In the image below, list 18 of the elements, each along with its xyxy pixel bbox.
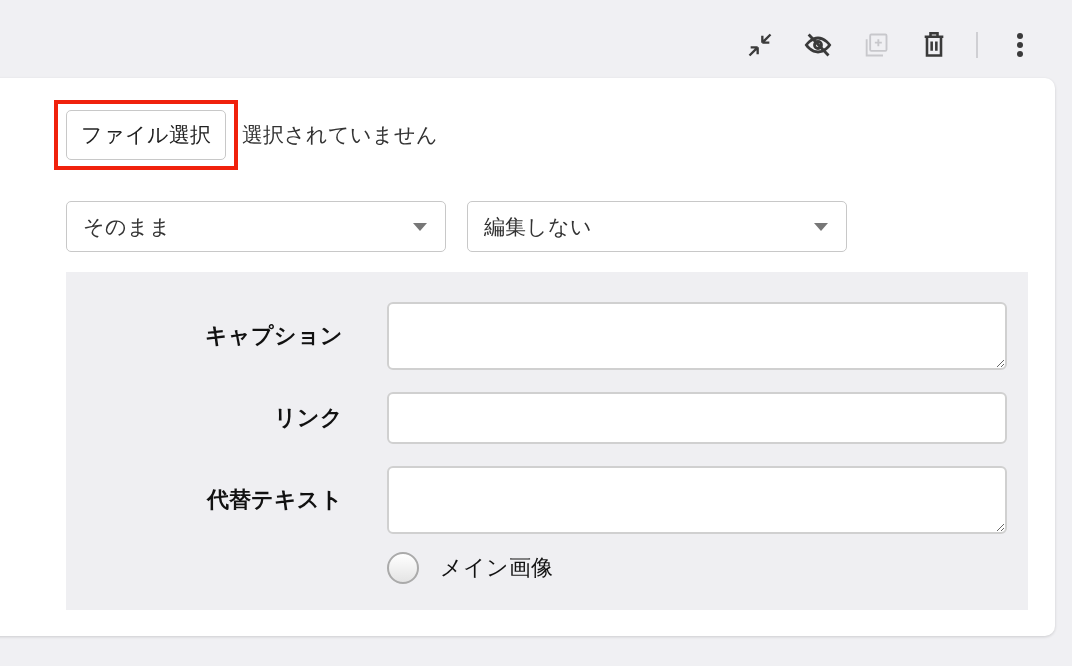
input-field[interactable] xyxy=(387,392,1007,444)
dropdown-select[interactable]: 編集しない xyxy=(467,201,847,252)
caret-icon xyxy=(814,222,828,231)
radio-button[interactable] xyxy=(387,552,419,584)
trash-icon xyxy=(922,31,946,59)
eye-off-icon xyxy=(803,31,833,59)
field-label: 代替テキスト xyxy=(205,486,343,514)
radio-label: メイン画像 xyxy=(440,554,553,582)
dropdown-select[interactable]: そのまま xyxy=(66,201,446,252)
text-area[interactable] xyxy=(387,302,1007,370)
text-area[interactable] xyxy=(387,466,1007,534)
file-select-button[interactable]: ファイル選択 xyxy=(66,110,226,160)
collapse-arrows-icon xyxy=(746,31,774,59)
caret-icon xyxy=(413,222,427,231)
field-label: リンク xyxy=(273,404,343,432)
more-vertical-icon xyxy=(1016,32,1024,58)
field-label: キャプション xyxy=(204,322,343,350)
file-status-text: 選択されていません xyxy=(242,122,438,149)
